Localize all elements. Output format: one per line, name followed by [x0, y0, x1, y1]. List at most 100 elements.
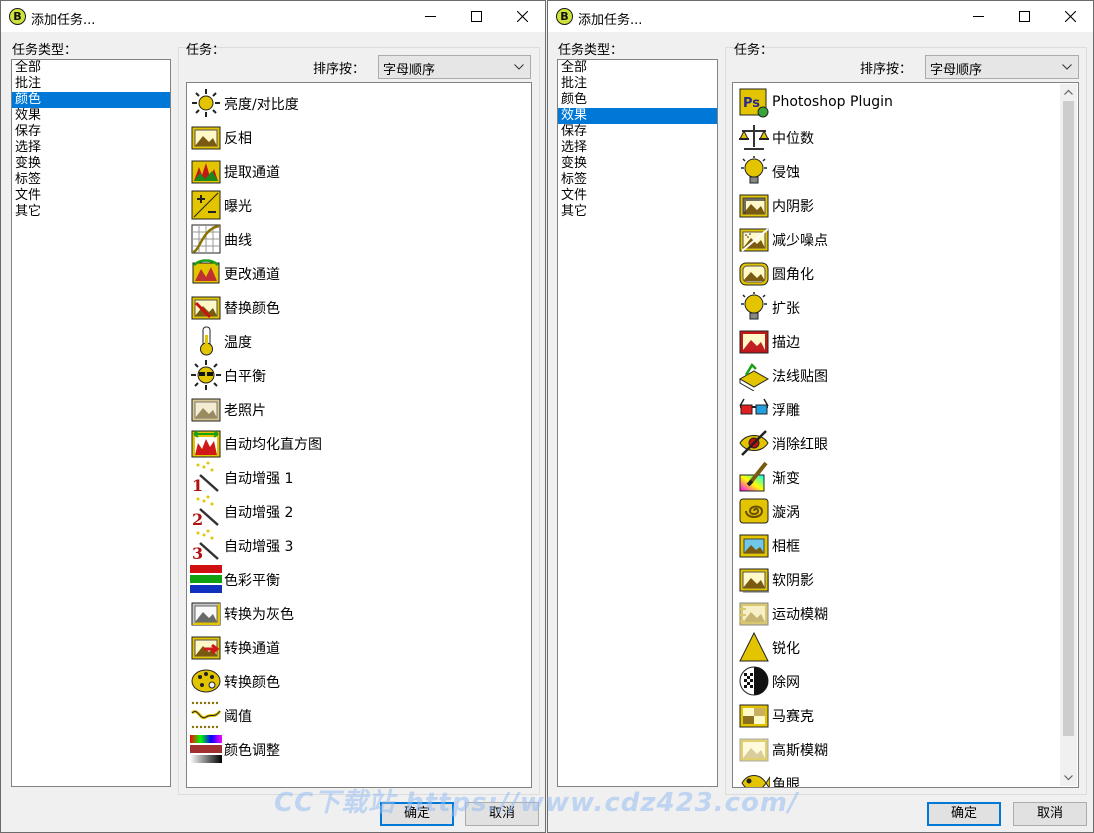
task-item[interactable]: 法线贴图 [738, 358, 1068, 392]
task-item[interactable]: 漩涡 [738, 494, 1068, 528]
task-item[interactable]: 白平衡 [190, 358, 520, 392]
convert-channel-icon [191, 636, 221, 660]
category-item[interactable]: 效果 [12, 108, 170, 124]
task-item-label: 转换为灰色 [224, 607, 294, 623]
task-item[interactable]: 曝光 [190, 188, 520, 222]
category-item[interactable]: 全部 [12, 60, 170, 76]
task-item[interactable]: 描边 [738, 324, 1068, 358]
task-item[interactable]: 2 自动增强 2 [190, 494, 520, 528]
maximize-button[interactable] [1001, 1, 1047, 32]
round-corners-icon [739, 262, 769, 286]
wand-1-icon: 1 [192, 461, 219, 493]
minimize-button[interactable] [407, 1, 453, 32]
category-item[interactable]: 选择 [12, 140, 170, 156]
ok-button[interactable]: 确定 [927, 802, 1001, 826]
task-item[interactable]: 阈值 [190, 698, 520, 732]
task-item[interactable]: 浮雕 [738, 392, 1068, 426]
stroke-icon [739, 330, 769, 354]
cancel-button[interactable]: 取消 [1013, 802, 1087, 826]
category-item[interactable]: 颜色 [558, 92, 717, 108]
task-item-label: 曲线 [224, 233, 252, 249]
category-item[interactable]: 标签 [558, 172, 717, 188]
task-item[interactable]: 温度 [190, 324, 520, 358]
category-item[interactable]: 全部 [558, 60, 717, 76]
gradient-brush-icon [739, 461, 768, 492]
task-item[interactable]: 老照片 [190, 392, 520, 426]
task-item[interactable]: 马赛克 [738, 698, 1068, 732]
category-item[interactable]: 变换 [12, 156, 170, 172]
task-item[interactable]: 扩张 [738, 290, 1068, 324]
title-bar[interactable]: B 添加任务... [1, 1, 545, 32]
grayscale-icon [191, 602, 221, 626]
task-item[interactable]: 色彩平衡 [190, 562, 520, 596]
sharpen-icon [739, 631, 769, 662]
category-item[interactable]: 其它 [12, 204, 170, 220]
task-item-label: 更改通道 [224, 267, 280, 283]
task-item[interactable]: 自动均化直方图 [190, 426, 520, 460]
mosaic-icon [739, 704, 769, 728]
category-list[interactable]: 全部 批注 颜色 效果 保存 选择 变换 标签 文件 其它 [557, 59, 718, 787]
title-bar[interactable]: B 添加任务... [548, 1, 1093, 32]
maximize-button[interactable] [453, 1, 499, 32]
task-item[interactable]: 侵蚀 [738, 154, 1068, 188]
task-item[interactable]: 提取通道 [190, 154, 520, 188]
task-item[interactable]: 除网 [738, 664, 1068, 698]
task-list[interactable]: Ps Photoshop Plugin 中位数 侵蚀 内阴影 减少噪点 圆角化 扩张 描边法线贴… [732, 82, 1079, 788]
descreen-icon [739, 666, 769, 696]
task-item[interactable]: 转换通道 [190, 630, 520, 664]
minimize-button[interactable] [955, 1, 1001, 32]
task-item[interactable]: 1 自动增强 1 [190, 460, 520, 494]
task-item[interactable]: 中位数 [738, 120, 1068, 154]
task-label: 任务： [734, 43, 774, 58]
task-item[interactable]: 曲线 [190, 222, 520, 256]
sort-dropdown[interactable]: 字母顺序 [925, 55, 1079, 79]
category-item[interactable]: 保存 [558, 124, 717, 140]
threshold-icon [190, 701, 222, 729]
category-item[interactable]: 批注 [558, 76, 717, 92]
chevron-down-icon [1062, 64, 1072, 70]
category-item[interactable]: 其它 [558, 204, 717, 220]
task-item[interactable]: 渐变 [738, 460, 1068, 494]
thermometer-icon [200, 326, 213, 356]
sort-dropdown[interactable]: 字母顺序 [378, 55, 531, 79]
category-item[interactable]: 效果 [558, 108, 717, 124]
task-item[interactable]: 转换为灰色 [190, 596, 520, 630]
task-item[interactable]: 替换颜色 [190, 290, 520, 324]
category-list[interactable]: 全部 批注 颜色 效果 保存 选择 变换 标签 文件 其它 [11, 59, 171, 787]
close-button[interactable] [1047, 1, 1093, 32]
task-item[interactable]: 锐化 [738, 630, 1068, 664]
bulb-icon [741, 156, 767, 184]
task-item[interactable]: Ps Photoshop Plugin [738, 86, 1068, 120]
task-item[interactable]: 减少噪点 [738, 222, 1068, 256]
scales-icon [739, 125, 769, 150]
task-item[interactable]: 相框 [738, 528, 1068, 562]
task-item-label: 法线贴图 [772, 369, 828, 385]
category-item[interactable]: 标签 [12, 172, 170, 188]
soft-shadow-icon [739, 568, 769, 593]
task-item[interactable]: 亮度/对比度 [190, 86, 520, 120]
category-item[interactable]: 文件 [12, 188, 170, 204]
task-item[interactable]: 消除红眼 [738, 426, 1068, 460]
sort-label: 排序按： [860, 62, 913, 77]
category-item[interactable]: 变换 [558, 156, 717, 172]
task-item[interactable]: 更改通道 [190, 256, 520, 290]
category-item[interactable]: 批注 [12, 76, 170, 92]
category-item[interactable]: 颜色 [12, 92, 170, 108]
task-item[interactable]: 3 自动增强 3 [190, 528, 520, 562]
task-item[interactable]: 运动模糊 [738, 596, 1068, 630]
category-item[interactable]: 文件 [558, 188, 717, 204]
task-item[interactable]: 反相 [190, 120, 520, 154]
task-item-label: 老照片 [224, 403, 266, 419]
picture-icon [191, 126, 221, 150]
category-item[interactable]: 选择 [558, 140, 717, 156]
task-item[interactable]: 颜色调整 [190, 732, 520, 766]
category-item[interactable]: 保存 [12, 124, 170, 140]
task-list[interactable]: 亮度/对比度 反相 提取通道 曝光曲线更改通道替换颜色 温度 白平衡老照片自动均化直方图 1… [186, 82, 532, 788]
task-item-label: 自动增强 2 [224, 505, 294, 521]
task-item[interactable]: 高斯模糊 [738, 732, 1068, 766]
task-item[interactable]: 转换颜色 [190, 664, 520, 698]
close-button[interactable] [499, 1, 545, 32]
task-item[interactable]: 软阴影 [738, 562, 1068, 596]
task-item[interactable]: 圆角化 [738, 256, 1068, 290]
task-item[interactable]: 内阴影 [738, 188, 1068, 222]
